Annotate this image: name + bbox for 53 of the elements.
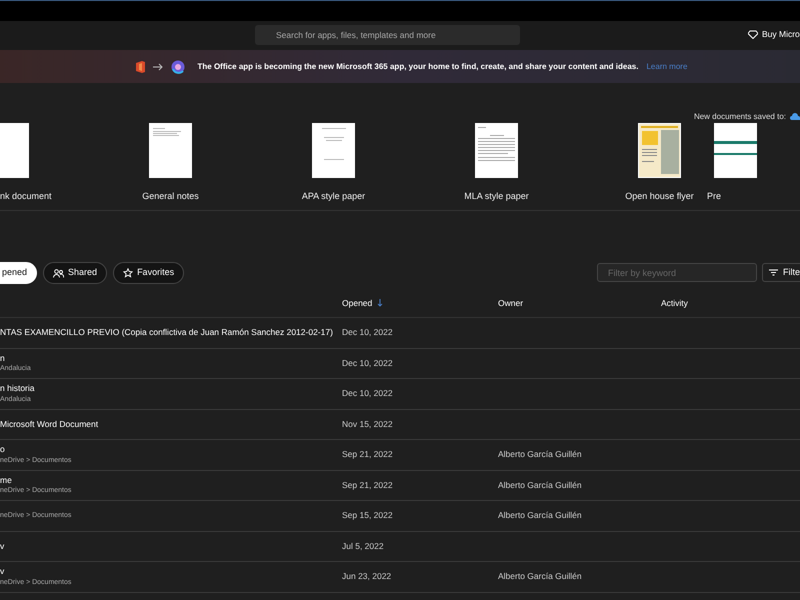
- search-field[interactable]: Search for apps, files, templates and more: [255, 25, 520, 45]
- banner-message: The Office app is becoming the new Microsoft 365 app, your home to find, create, and share your content and ideas.: [198, 60, 638, 72]
- column-header[interactable]: Activity: [661, 296, 688, 310]
- column-header[interactable]: Owner: [498, 296, 524, 310]
- opened-date: Nov 15, 2022: [342, 418, 394, 431]
- opened-date: Dec 10, 2022: [342, 387, 394, 400]
- template-label[interactable]: nk document: [0, 190, 52, 204]
- opened-date: Sep 21, 2022: [342, 478, 394, 492]
- file-name[interactable]: v: [0, 540, 342, 553]
- opened-date: Jul 5, 2022: [342, 540, 385, 553]
- owner-name: Alberto García Guillén: [498, 570, 583, 584]
- document-thumbnail: [475, 123, 518, 178]
- template-label[interactable]: MLA style paper: [464, 190, 529, 204]
- people-icon: [53, 268, 64, 278]
- opened-date: Jun 23, 2022: [342, 570, 392, 584]
- buy-button[interactable]: Buy Micro: [748, 28, 800, 41]
- save-location-label: New documents saved to:: [694, 110, 786, 122]
- sort-arrow-icon: [376, 299, 383, 307]
- template-label[interactable]: General notes: [142, 190, 199, 204]
- filter-button[interactable]: Filte: [762, 263, 800, 282]
- file-name[interactable]: o: [0, 443, 342, 456]
- document-thumbnail: [714, 123, 757, 178]
- arrow-icon: [153, 62, 163, 70]
- file-name[interactable]: n: [0, 352, 342, 364]
- template-label[interactable]: Pre: [707, 190, 722, 204]
- diamond-icon: [748, 30, 758, 39]
- filter-tab[interactable]: Favorites: [113, 262, 184, 284]
- document-thumbnail: [638, 123, 681, 178]
- filter-tab[interactable]: pened: [0, 262, 38, 284]
- filter-field[interactable]: Filter by keyword: [597, 263, 757, 282]
- template-label[interactable]: APA style paper: [302, 190, 366, 204]
- opened-date: Dec 10, 2022: [342, 326, 394, 340]
- owner-name: Alberto García Guillén: [498, 448, 583, 462]
- opened-date: Dec 10, 2022: [342, 356, 394, 370]
- template-label[interactable]: Open house flyer: [625, 190, 694, 204]
- owner-name: Alberto García Guillén: [498, 509, 583, 522]
- office-logo-icon: [135, 60, 145, 72]
- file-name[interactable]: me: [0, 474, 342, 486]
- document-thumbnail: [149, 123, 192, 178]
- star-icon: [123, 268, 134, 278]
- column-header[interactable]: Opened: [342, 296, 372, 310]
- file-name[interactable]: Microsoft Word Document: [0, 418, 342, 431]
- filter-icon: [769, 269, 778, 276]
- file-name[interactable]: NTAS EXAMENCILLO PREVIO (Copia conflictiva de Juan Ramón Sanchez 2012-02-17): [0, 326, 342, 340]
- owner-name: Alberto García Guillén: [498, 478, 583, 492]
- microsoft-365-logo-icon: [171, 60, 185, 74]
- opened-date: Sep 15, 2022: [342, 509, 394, 522]
- filter-tab[interactable]: Shared: [43, 262, 108, 284]
- cloud-icon: [790, 113, 800, 120]
- document-thumbnail: [312, 123, 355, 178]
- file-name[interactable]: n historia: [0, 382, 342, 395]
- file-name[interactable]: v: [0, 565, 342, 578]
- opened-date: Sep 21, 2022: [342, 448, 394, 462]
